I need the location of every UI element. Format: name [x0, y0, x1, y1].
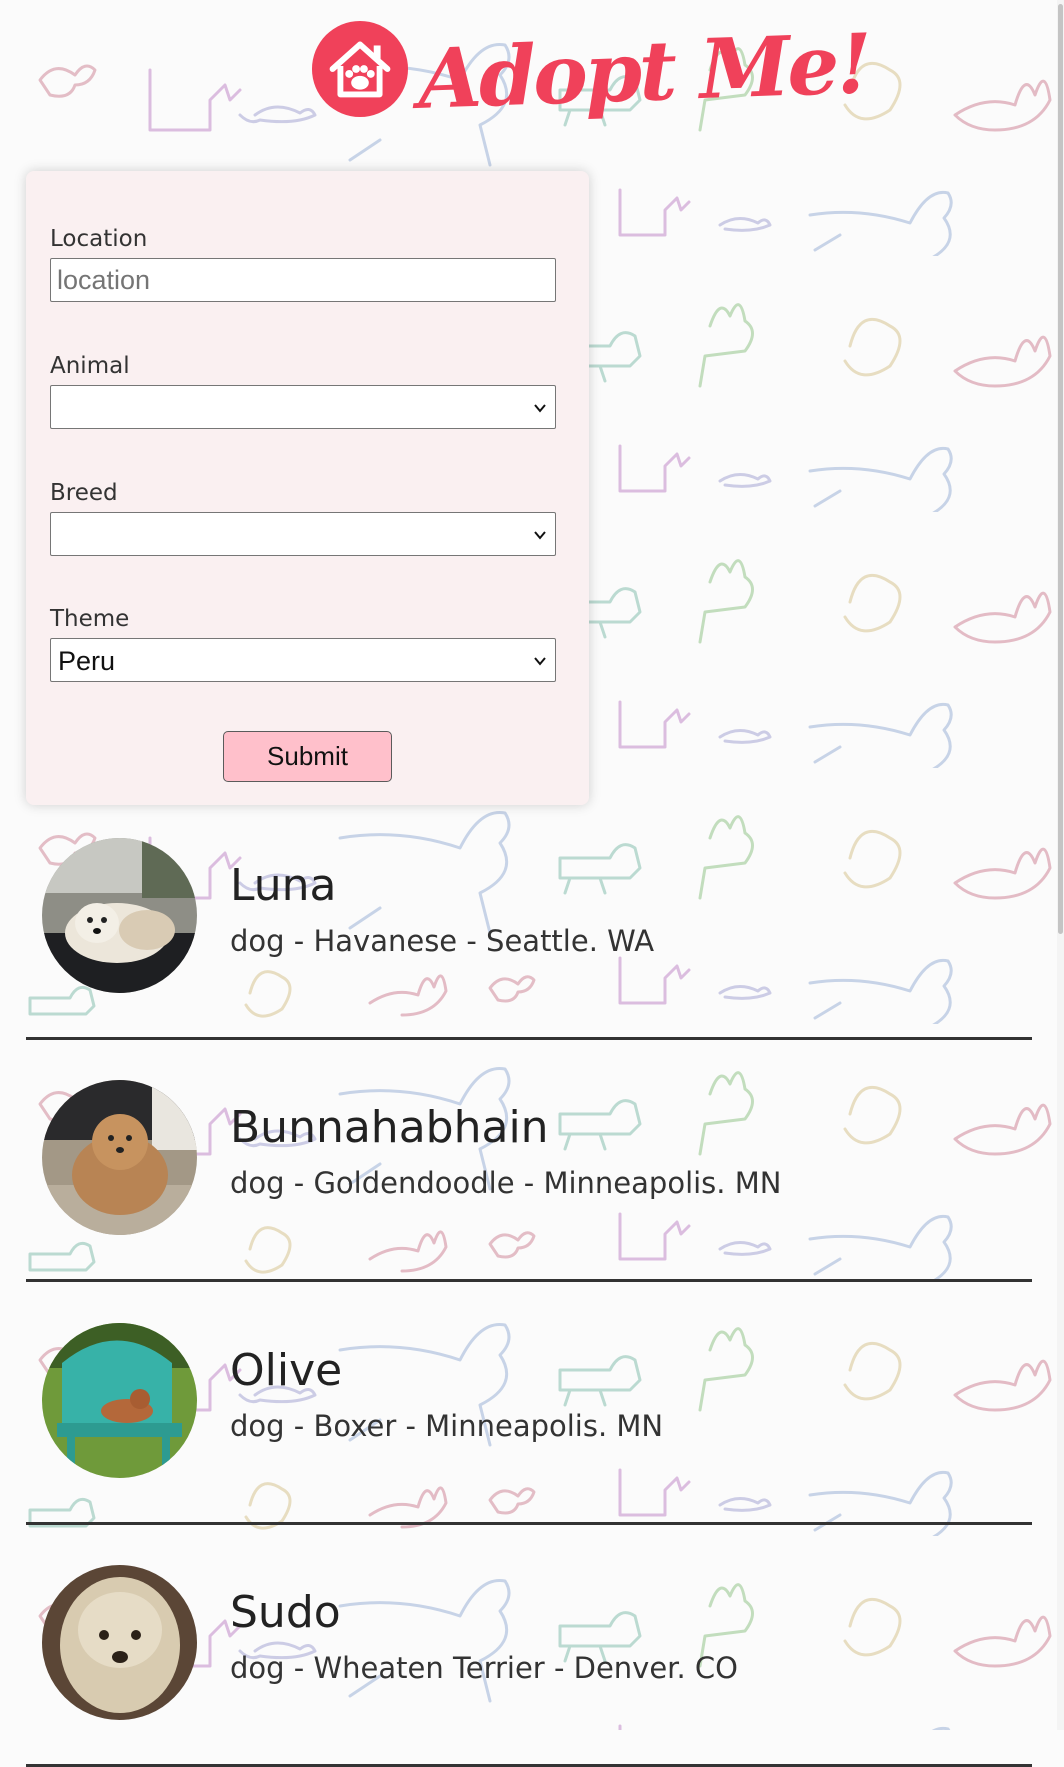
location-input[interactable] — [51, 259, 555, 301]
pet-name: Bunnahabhain — [230, 1102, 549, 1153]
chevron-down-icon — [534, 657, 546, 666]
theme-select[interactable]: Peru — [50, 638, 556, 682]
animal-label: Animal — [50, 353, 130, 379]
pet-photo[interactable] — [42, 1323, 197, 1478]
pet-details: dog - Havanese - Seattle. WA — [230, 924, 655, 958]
pet-photo[interactable] — [42, 1080, 197, 1235]
breed-select[interactable] — [50, 512, 556, 556]
theme-label: Theme — [50, 606, 130, 632]
breed-label: Breed — [50, 480, 118, 506]
pet-list-item[interactable]: Sudo dog - Wheaten Terrier - Denver. CO — [26, 1547, 1032, 1767]
header: Adopt Me! — [0, 0, 1064, 150]
pet-details: dog - Wheaten Terrier - Denver. CO — [230, 1651, 738, 1685]
pet-photo[interactable] — [42, 1565, 197, 1720]
pet-list-item[interactable]: Olive dog - Boxer - Minneapolis. MN — [26, 1305, 1032, 1525]
pet-details: dog - Boxer - Minneapolis. MN — [230, 1409, 664, 1443]
pet-name: Sudo — [230, 1587, 341, 1638]
pet-photo[interactable] — [42, 838, 197, 993]
pet-list-item[interactable]: Luna dog - Havanese - Seattle. WA — [26, 820, 1032, 1040]
submit-button[interactable]: Submit — [223, 731, 392, 782]
logo-text[interactable]: Adopt Me! — [416, 0, 872, 150]
chevron-down-icon — [534, 404, 546, 413]
page: Adopt Me! Location Animal Breed Theme Pe… — [0, 0, 1064, 1767]
house-paw-icon[interactable] — [311, 20, 409, 118]
scrollbar-thumb[interactable] — [1058, 4, 1063, 934]
animal-select[interactable] — [50, 385, 556, 429]
pet-details: dog - Goldendoodle - Minneapolis. MN — [230, 1166, 782, 1200]
theme-selected-value: Peru — [58, 646, 116, 676]
pet-name: Olive — [230, 1345, 343, 1396]
location-field[interactable] — [50, 258, 556, 302]
search-form: Location Animal Breed Theme Peru Submit — [26, 171, 589, 805]
pet-name: Luna — [230, 860, 337, 911]
scrollbar[interactable] — [1057, 0, 1064, 1730]
chevron-down-icon — [534, 531, 546, 540]
location-label: Location — [50, 226, 148, 252]
pet-list-item[interactable]: Bunnahabhain dog - Goldendoodle - Minnea… — [26, 1062, 1032, 1282]
